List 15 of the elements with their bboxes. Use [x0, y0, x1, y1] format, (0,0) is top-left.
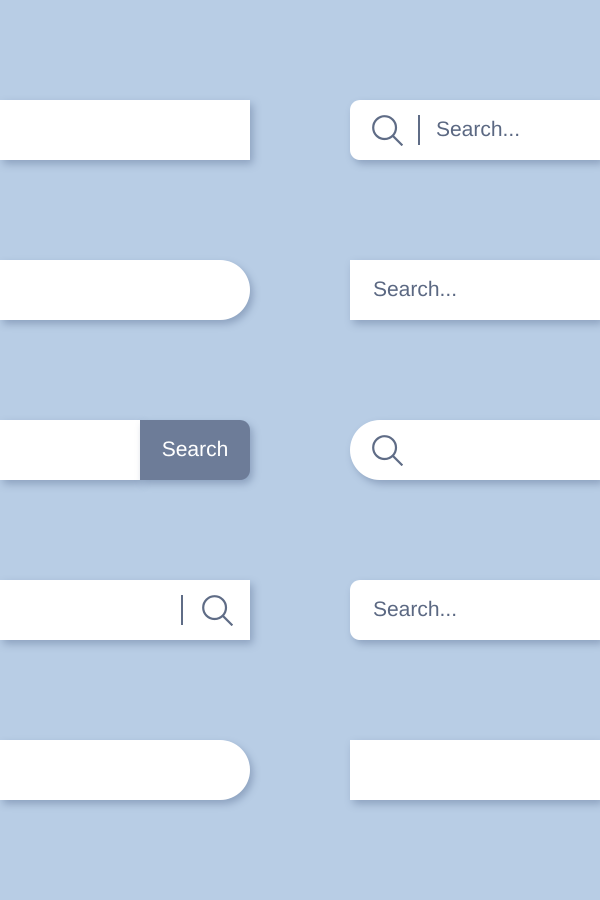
search-icon[interactable]	[372, 434, 403, 466]
search-field[interactable]: Search...	[436, 110, 600, 150]
search-field[interactable]: Search...	[350, 260, 600, 320]
search-field[interactable]	[0, 420, 140, 480]
search-field[interactable]	[0, 740, 250, 800]
search-field[interactable]	[350, 420, 600, 480]
search-icon[interactable]	[372, 114, 403, 146]
search-field[interactable]: Search...	[350, 580, 600, 640]
search-field[interactable]	[0, 580, 250, 640]
search-field[interactable]	[0, 260, 250, 320]
search-icon[interactable]	[202, 594, 233, 626]
search-field[interactable]	[0, 100, 250, 160]
search-button[interactable]: Search	[140, 420, 250, 480]
search-bar[interactable]: Search...	[350, 100, 600, 160]
search-field[interactable]	[350, 740, 600, 800]
